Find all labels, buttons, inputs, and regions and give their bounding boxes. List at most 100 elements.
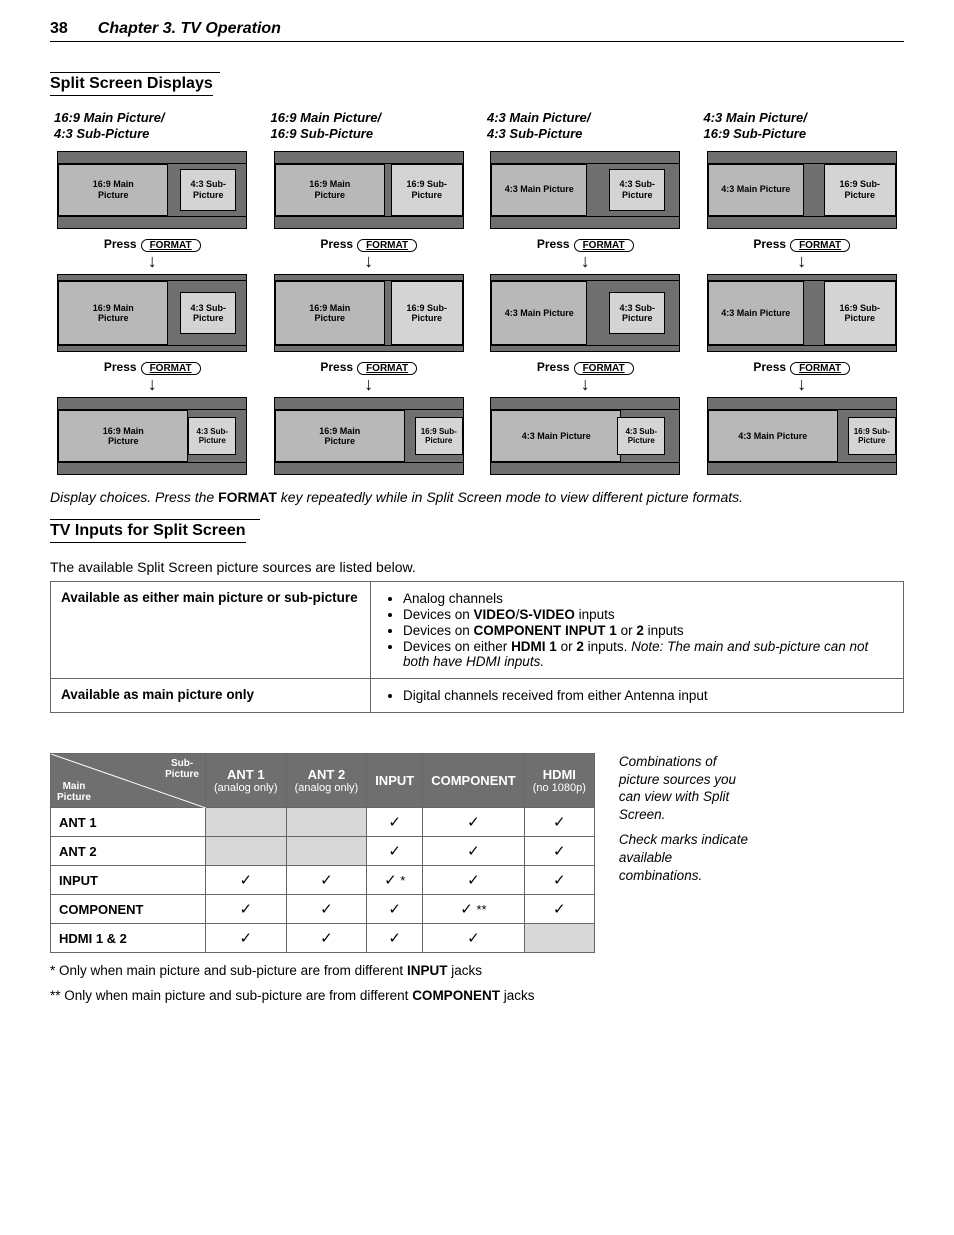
sub-pic: 16:9 Sub- Picture xyxy=(415,417,463,455)
arrow-down-icon: ↓ xyxy=(364,254,373,268)
matrix-cell: * xyxy=(367,866,423,895)
format-key-icon: FORMAT xyxy=(141,362,201,375)
check-icon xyxy=(240,873,253,888)
chapter-title: Chapter 3. TV Operation xyxy=(98,20,281,38)
diagram: 4:3 Main Picture16:9 Sub- Picture xyxy=(707,274,897,352)
matrix-cell xyxy=(524,808,594,837)
col-header: COMPONENT xyxy=(423,754,525,808)
format-key-icon: FORMAT xyxy=(790,239,850,252)
check-icon xyxy=(240,902,253,917)
table-row: ANT 1 xyxy=(51,808,595,837)
table-row: ANT 2 xyxy=(51,837,595,866)
row-label: Available as either main picture or sub-… xyxy=(51,582,371,679)
sub-pic: 16:9 Sub- Picture xyxy=(391,164,463,216)
sub-pic: 4:3 Sub- Picture xyxy=(188,417,236,455)
row-label: Available as main picture only xyxy=(51,679,371,713)
check-icon xyxy=(320,902,333,917)
diagram: 4:3 Main Picture16:9 Sub- Picture xyxy=(707,151,897,229)
diagram-caption: Display choices. Press the FORMAT key re… xyxy=(50,489,904,505)
check-icon xyxy=(553,844,566,859)
matrix-cell xyxy=(286,808,367,837)
footnote-2: ** Only when main picture and sub-pictur… xyxy=(50,988,904,1003)
sub-pic: 4:3 Sub- Picture xyxy=(617,417,665,455)
press-label: PressFORMAT xyxy=(753,237,850,252)
section-rule xyxy=(50,519,260,520)
arrow-down-icon: ↓ xyxy=(581,377,590,391)
matrix-cell xyxy=(367,837,423,866)
diagram: 16:9 Main Picture16:9 Sub- Picture xyxy=(274,274,464,352)
main-pic: 16:9 Main Picture xyxy=(275,164,385,216)
matrix-cell xyxy=(423,924,525,953)
diagram: 16:9 Main Picture4:3 Sub- Picture xyxy=(57,397,247,475)
section-title-inputs: TV Inputs for Split Screen xyxy=(50,522,246,543)
press-label: PressFORMAT xyxy=(104,360,201,375)
check-icon xyxy=(388,931,401,946)
main-pic: 16:9 Main Picture xyxy=(275,281,385,345)
matrix-cell xyxy=(286,866,367,895)
matrix-cell xyxy=(206,808,287,837)
row-header: COMPONENT xyxy=(51,895,206,924)
col-3: 4:3 Main Picture/ 4:3 Sub-Picture 4:3 Ma… xyxy=(483,106,688,475)
col-title: 16:9 Main Picture/ 16:9 Sub-Picture xyxy=(271,110,382,143)
corner-cell: Sub- Picture Main Picture xyxy=(51,754,206,808)
sub-pic: 4:3 Sub- Picture xyxy=(180,292,236,334)
check-icon xyxy=(553,902,566,917)
press-label: PressFORMAT xyxy=(537,360,634,375)
matrix-cell xyxy=(206,895,287,924)
check-icon xyxy=(467,815,480,830)
table-row: Available as either main picture or sub-… xyxy=(51,582,904,679)
table-row: Sub- Picture Main Picture ANT 1(analog o… xyxy=(51,754,595,808)
main-pic: 16:9 Main Picture xyxy=(58,281,168,345)
table-row: Available as main picture only Digital c… xyxy=(51,679,904,713)
col-title: 4:3 Main Picture/ 4:3 Sub-Picture xyxy=(487,110,590,143)
format-key-icon: FORMAT xyxy=(141,239,201,252)
main-pic: 4:3 Main Picture xyxy=(708,410,838,462)
section-intro: The available Split Screen picture sourc… xyxy=(50,559,904,575)
matrix-cell xyxy=(367,808,423,837)
row-content: Analog channels Devices on VIDEO/S-VIDEO… xyxy=(371,582,904,679)
main-pic: 16:9 Main Picture xyxy=(58,410,188,462)
arrow-down-icon: ↓ xyxy=(797,377,806,391)
diagram: 4:3 Main Picture4:3 Sub- Picture xyxy=(490,151,680,229)
diagram: 16:9 Main Picture16:9 Sub- Picture xyxy=(274,151,464,229)
page-header: 38 Chapter 3. TV Operation xyxy=(50,20,904,42)
main-pic: 16:9 Main Picture xyxy=(275,410,405,462)
col-header: ANT 1(analog only) xyxy=(206,754,287,808)
row-header: ANT 2 xyxy=(51,837,206,866)
check-icon xyxy=(467,844,480,859)
sub-pic: 16:9 Sub- Picture xyxy=(824,164,896,216)
format-key-icon: FORMAT xyxy=(357,362,417,375)
list-item: Devices on COMPONENT INPUT 1 or 2 inputs xyxy=(403,623,893,638)
inputs-table: Available as either main picture or sub-… xyxy=(50,581,904,713)
check-icon xyxy=(460,902,473,917)
sub-pic: 4:3 Sub- Picture xyxy=(180,169,236,211)
diagram: 4:3 Main Picture4:3 Sub- Picture xyxy=(490,274,680,352)
check-icon xyxy=(388,902,401,917)
press-label: PressFORMAT xyxy=(104,237,201,252)
row-content: Digital channels received from either An… xyxy=(371,679,904,713)
matrix-cell xyxy=(524,837,594,866)
check-icon xyxy=(467,931,480,946)
diagram: 16:9 Main Picture 4:3 Sub- Picture xyxy=(57,151,247,229)
col-1: 16:9 Main Picture/ 4:3 Sub-Picture 16:9 … xyxy=(50,106,255,475)
arrow-down-icon: ↓ xyxy=(364,377,373,391)
main-pic: 4:3 Main Picture xyxy=(491,410,621,462)
list-item: Devices on VIDEO/S-VIDEO inputs xyxy=(403,607,893,622)
page-number: 38 xyxy=(50,20,68,38)
matrix-cell xyxy=(423,808,525,837)
sub-pic: 16:9 Sub- Picture xyxy=(391,281,463,345)
matrix-cell xyxy=(286,837,367,866)
col-header: INPUT xyxy=(367,754,423,808)
main-pic: 4:3 Main Picture xyxy=(491,164,587,216)
press-label: PressFORMAT xyxy=(320,237,417,252)
matrix-cell xyxy=(367,895,423,924)
col-4: 4:3 Main Picture/ 16:9 Sub-Picture 4:3 M… xyxy=(700,106,905,475)
check-icon xyxy=(553,873,566,888)
diagram-columns: 16:9 Main Picture/ 4:3 Sub-Picture 16:9 … xyxy=(50,106,904,475)
main-pic: 16:9 Main Picture xyxy=(58,164,168,216)
diagram: 4:3 Main Picture16:9 Sub- Picture xyxy=(707,397,897,475)
diagram: 4:3 Main Picture4:3 Sub- Picture xyxy=(490,397,680,475)
matrix-cell xyxy=(206,866,287,895)
col-header: ANT 2(analog only) xyxy=(286,754,367,808)
footnote-1: * Only when main picture and sub-picture… xyxy=(50,963,904,978)
